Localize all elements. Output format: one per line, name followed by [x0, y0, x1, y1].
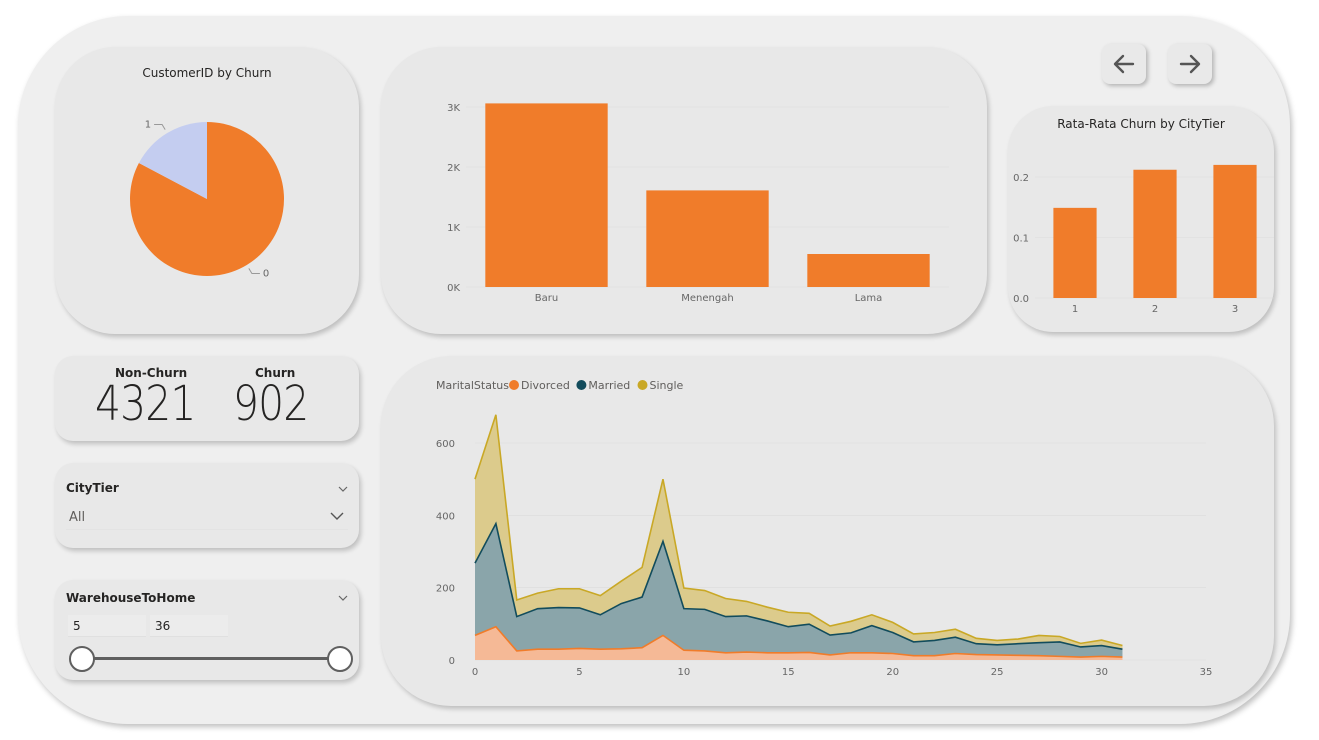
range-slider-min-handle[interactable]	[69, 646, 95, 672]
y-tick-label: 0.0	[1013, 294, 1029, 305]
range-slider-max-handle[interactable]	[327, 646, 353, 672]
chevron-down-icon[interactable]	[337, 592, 349, 604]
pie-leader-line	[248, 268, 260, 275]
citytier-slicer-title: CityTier	[66, 481, 119, 495]
x-tick-label: 1	[1072, 304, 1078, 315]
non-churn-value: 4321	[95, 376, 196, 432]
legend-label-divorced: Divorced	[521, 379, 570, 392]
pie-chart: 01	[130, 119, 284, 280]
forward-button[interactable]	[1168, 44, 1212, 84]
y-tick-label: 1K	[447, 223, 460, 234]
range-min-input[interactable]: 5	[68, 615, 146, 637]
x-tick-label: Menengah	[681, 293, 733, 304]
x-tick-label: 35	[1200, 667, 1213, 678]
pie-label: 0	[263, 269, 269, 280]
tenure-bar-chart: 0K 1K 2K 3K Baru Menengah Lama	[447, 103, 949, 304]
bar-2	[1133, 169, 1177, 298]
x-tick-label: 2	[1152, 304, 1158, 315]
y-tick-label: 0K	[447, 283, 460, 294]
y-tick-label: 3K	[447, 103, 460, 114]
y-tick-label: 200	[436, 584, 455, 595]
y-tick-label: 0.1	[1013, 234, 1029, 245]
x-tick-label: 20	[886, 667, 899, 678]
churn-value: 902	[233, 376, 309, 432]
bar-Lama	[807, 254, 930, 287]
y-tick-label: 600	[436, 439, 455, 450]
x-tick-label: Lama	[855, 293, 883, 304]
legend-label-single: Single	[650, 379, 684, 392]
pie-label: 1	[145, 119, 151, 130]
warehouse-slicer: WarehouseToHome 5 36	[55, 580, 359, 680]
warehouse-slicer-title: WarehouseToHome	[66, 591, 196, 605]
citytier-bar-chart-card: Rata-Rata Churn by CityTier 0.0 0.1 0.2 1 2 3	[1008, 106, 1274, 332]
bar-1	[1053, 207, 1097, 298]
legend-marker-married	[576, 380, 587, 390]
legend-marker-divorced	[509, 380, 519, 390]
x-tick-label: 0	[472, 667, 478, 678]
range-slider-track[interactable]	[82, 657, 340, 660]
marital-area-chart: 0 200 400 600 0 5 10 15 20 25 30 35 MaritalStatus Div…	[436, 379, 1213, 678]
citytier-dropdown-value: All	[69, 510, 86, 525]
bar-Menengah	[646, 190, 769, 287]
bar-Baru	[485, 103, 608, 288]
x-tick-label: 3	[1232, 304, 1238, 315]
y-tick-label: 0.2	[1013, 173, 1029, 184]
x-tick-label: 30	[1095, 667, 1108, 678]
x-tick-label: 5	[576, 667, 582, 678]
x-tick-label: 25	[991, 667, 1004, 678]
citytier-bar-chart: 0.0 0.1 0.2 1 2 3	[1013, 164, 1274, 315]
citytier-slicer: CityTier All	[55, 463, 359, 548]
back-button[interactable]	[1102, 44, 1146, 84]
arrow-right-icon	[1179, 54, 1201, 74]
kpi-card: Non-Churn 4321 Churn 902	[55, 356, 359, 441]
marital-area-chart-card: 0 200 400 600 0 5 10 15 20 25 30 35 MaritalStatus Div…	[381, 356, 1274, 706]
pie-leader-line	[154, 123, 166, 130]
legend-label-married: Married	[588, 379, 630, 392]
x-tick-label: 15	[782, 667, 795, 678]
chevron-down-icon[interactable]	[337, 483, 349, 495]
bar-3	[1213, 164, 1257, 298]
tenure-bar-chart-card: 0K 1K 2K 3K Baru Menengah Lama	[381, 47, 987, 334]
x-tick-label: 10	[677, 667, 690, 678]
y-tick-label: 2K	[447, 163, 460, 174]
x-tick-label: Baru	[535, 293, 558, 304]
pie-chart-card: CustomerID by Churn 01	[55, 47, 359, 334]
y-tick-label: 400	[436, 511, 455, 522]
range-max-input[interactable]: 36	[150, 615, 228, 637]
legend-marker-single	[637, 380, 648, 390]
y-tick-label: 0	[449, 656, 455, 667]
citytier-dropdown[interactable]: All	[66, 505, 348, 530]
arrow-left-icon	[1113, 54, 1135, 74]
chevron-down-icon	[330, 512, 344, 520]
legend-title: MaritalStatus	[436, 379, 509, 392]
